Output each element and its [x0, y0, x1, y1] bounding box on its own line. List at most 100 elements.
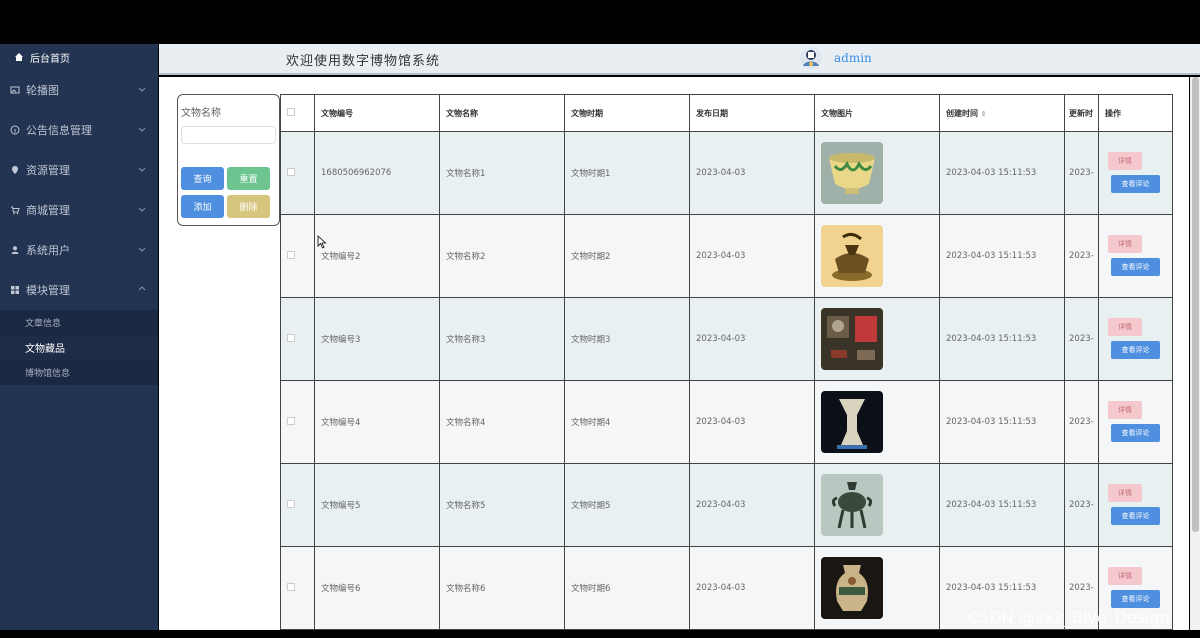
cell-image [814, 131, 940, 215]
column-header-sortable[interactable]: 创建时间 ⇕ [939, 94, 1065, 132]
relic-image[interactable] [821, 557, 939, 619]
table-row[interactable]: 文物编号3 文物名称3 文物时期3 2023-04-03 2023-04-03 15:1… [280, 297, 1173, 381]
data-table: 文物编号 文物名称 文物时期 发布日期 文物图片 创建时间 ⇕ 更新时 操作 1… [280, 94, 1173, 630]
cell-created: 2023-04-03 15:11:53 [939, 131, 1065, 215]
avatar[interactable] [799, 46, 823, 70]
relic-image[interactable] [821, 391, 939, 453]
row-checkbox[interactable] [287, 167, 295, 176]
cell-updated: 2023- [1064, 297, 1099, 381]
submenu-item-relics[interactable]: 文物藏品 [0, 335, 158, 360]
sidebar-item-label: 系统用户 [26, 244, 70, 257]
sidebar: 后台首页 轮播图 公告信息管理 资源管理 商城管理 系统用户 模块管理 文章信息… [0, 44, 158, 630]
submenu-item-articles[interactable]: 文章信息 [0, 310, 158, 335]
chevron-down-icon [138, 167, 146, 172]
view-comments-button[interactable]: 查看评论 [1111, 175, 1160, 193]
sort-icon[interactable]: ⇕ [981, 110, 987, 118]
view-comments-button[interactable]: 查看评论 [1111, 341, 1160, 359]
cell-name: 文物名称5 [439, 463, 565, 547]
header: 欢迎使用数字博物馆系统 admin [159, 44, 1200, 75]
relic-image[interactable] [821, 308, 939, 370]
row-checkbox[interactable] [287, 582, 295, 591]
cell-code: 文物编号2 [314, 214, 440, 298]
window-top-bar [0, 0, 1200, 44]
table-row[interactable]: 1680506962076 文物名称1 文物时期1 2023-04-03 2023-04… [280, 131, 1173, 215]
view-comments-button[interactable]: 查看评论 [1111, 507, 1160, 525]
select-all-checkbox[interactable] [287, 108, 295, 116]
sidebar-home[interactable]: 后台首页 [0, 44, 158, 70]
table-row[interactable]: 文物编号5 文物名称5 文物时期5 2023-04-03 2023-04-03 15:1… [280, 463, 1173, 547]
chevron-down-icon [138, 247, 146, 252]
sidebar-item-label: 资源管理 [26, 164, 70, 177]
username[interactable]: admin [834, 51, 872, 65]
submenu-item-museum[interactable]: 博物馆信息 [0, 360, 158, 385]
home-icon [14, 52, 24, 62]
relic-image[interactable] [821, 142, 939, 204]
cell-image [814, 380, 940, 464]
cell-updated: 2023- [1064, 131, 1099, 215]
sidebar-item-notice[interactable]: 公告信息管理 [0, 110, 158, 150]
page-title: 欢迎使用数字博物馆系统 [286, 54, 441, 69]
reset-button[interactable]: 重置 [227, 167, 270, 190]
cell-date: 2023-04-03 [689, 463, 815, 547]
sidebar-item-carousel[interactable]: 轮播图 [0, 70, 158, 110]
search-input[interactable] [181, 126, 276, 144]
select-cell [280, 463, 315, 547]
query-button[interactable]: 查询 [181, 167, 224, 190]
cell-date: 2023-04-03 [689, 297, 815, 381]
detail-button[interactable]: 详情 [1108, 484, 1142, 502]
sidebar-item-modules[interactable]: 模块管理 [0, 270, 158, 310]
scrollbar-thumb[interactable] [1192, 77, 1199, 532]
view-comments-button[interactable]: 查看评论 [1111, 590, 1160, 608]
cell-created: 2023-04-03 15:11:53 [939, 214, 1065, 298]
location-icon [10, 165, 20, 175]
cell-date: 2023-04-03 [689, 546, 815, 630]
vertical-scrollbar[interactable] [1190, 77, 1200, 630]
detail-button[interactable]: 详情 [1108, 318, 1142, 336]
row-checkbox[interactable] [287, 250, 295, 259]
cell-period: 文物时期1 [564, 131, 690, 215]
mouse-cursor-icon [317, 235, 327, 249]
cell-code: 1680506962076 [314, 131, 440, 215]
cart-icon [10, 205, 20, 215]
cell-period: 文物时期5 [564, 463, 690, 547]
cell-period: 文物时期6 [564, 546, 690, 630]
search-panel: 文物名称 查询 重置 添加 删除 [177, 94, 280, 226]
detail-button[interactable]: 详情 [1108, 401, 1142, 419]
table-row[interactable]: 文物编号2 文物名称2 文物时期2 2023-04-03 2023-04-03 15:1… [280, 214, 1173, 298]
sidebar-item-resource[interactable]: 资源管理 [0, 150, 158, 190]
row-checkbox[interactable] [287, 416, 295, 425]
cell-actions: 详情 查看评论 [1098, 297, 1173, 381]
table-row[interactable]: 文物编号4 文物名称4 文物时期4 2023-04-03 2023-04-03 15:1… [280, 380, 1173, 464]
chevron-down-icon [138, 127, 146, 132]
cell-period: 文物时期4 [564, 380, 690, 464]
row-checkbox[interactable] [287, 499, 295, 508]
user-icon [10, 245, 20, 255]
sidebar-item-label: 公告信息管理 [26, 124, 92, 137]
detail-button[interactable]: 详情 [1108, 152, 1142, 170]
view-comments-button[interactable]: 查看评论 [1111, 424, 1160, 442]
cell-date: 2023-04-03 [689, 131, 815, 215]
column-header: 更新时 [1064, 94, 1099, 132]
cell-name: 文物名称3 [439, 297, 565, 381]
add-button[interactable]: 添加 [181, 195, 224, 218]
cell-code: 文物编号6 [314, 546, 440, 630]
sidebar-item-shop[interactable]: 商城管理 [0, 190, 158, 230]
column-header: 文物编号 [314, 94, 440, 132]
sidebar-item-label: 轮播图 [26, 84, 59, 97]
cell-actions: 详情 查看评论 [1098, 463, 1173, 547]
cell-image [814, 297, 940, 381]
sidebar-item-users[interactable]: 系统用户 [0, 230, 158, 270]
delete-button[interactable]: 删除 [227, 195, 270, 218]
relic-image[interactable] [821, 225, 939, 287]
cell-name: 文物名称4 [439, 380, 565, 464]
detail-button[interactable]: 详情 [1108, 235, 1142, 253]
relic-image[interactable] [821, 474, 939, 536]
cell-code: 文物编号5 [314, 463, 440, 547]
detail-button[interactable]: 详情 [1108, 567, 1142, 585]
column-header: 操作 [1098, 94, 1173, 132]
row-checkbox[interactable] [287, 333, 295, 342]
cell-image [814, 463, 940, 547]
chevron-down-icon [138, 87, 146, 92]
table-header-row: 文物编号 文物名称 文物时期 发布日期 文物图片 创建时间 ⇕ 更新时 操作 [280, 94, 1173, 132]
view-comments-button[interactable]: 查看评论 [1111, 258, 1160, 276]
